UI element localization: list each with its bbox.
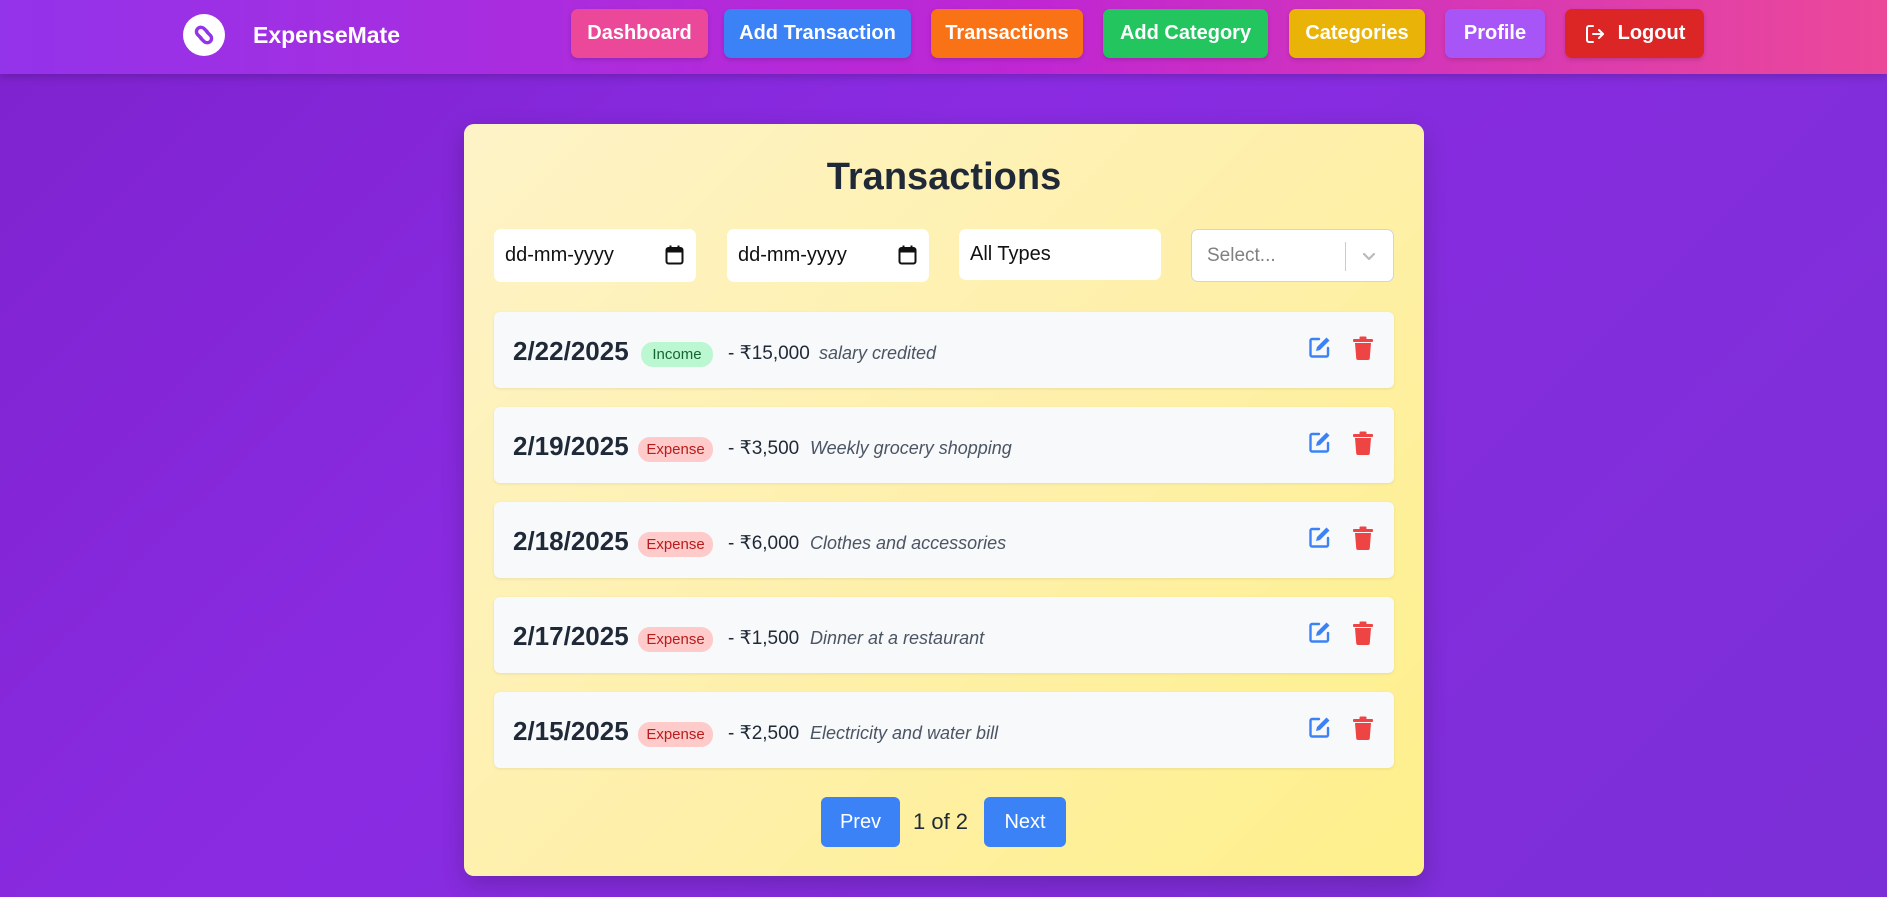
nav-add-transaction-label: Add Transaction xyxy=(739,22,896,44)
type-badge-income: Income xyxy=(641,342,713,367)
end-date-placeholder: dd-mm-yyyy xyxy=(738,244,847,266)
logout-button[interactable]: Logout xyxy=(1565,9,1704,58)
edit-icon[interactable] xyxy=(1308,715,1332,744)
nav-dashboard-label: Dashboard xyxy=(587,22,692,44)
edit-icon[interactable] xyxy=(1308,620,1332,649)
logout-label: Logout xyxy=(1617,22,1686,44)
transaction-date: 2/22/2025 xyxy=(513,336,629,366)
brand-name: ExpenseMate xyxy=(253,21,401,48)
start-date-placeholder: dd-mm-yyyy xyxy=(505,244,614,266)
transaction-row: 2/22/2025 Income - ₹15,000 salary credit… xyxy=(494,312,1394,388)
nav-add-category-button[interactable]: Add Category xyxy=(1103,9,1268,58)
start-date-input[interactable]: dd-mm-yyyy xyxy=(494,229,696,282)
edit-icon[interactable] xyxy=(1308,430,1332,459)
transaction-row: 2/19/2025 Expense - ₹3,500 Weekly grocer… xyxy=(494,407,1394,483)
transaction-amount: - ₹1,500 xyxy=(728,628,800,649)
transaction-date: 2/17/2025 xyxy=(513,621,629,651)
category-select-placeholder: Select... xyxy=(1207,244,1276,266)
nav-profile-button[interactable]: Profile xyxy=(1445,9,1545,58)
transaction-amount: - ₹6,000 xyxy=(728,533,800,554)
nav-dashboard-button[interactable]: Dashboard xyxy=(571,9,708,58)
transaction-amount: - ₹2,500 xyxy=(728,723,800,744)
nav-categories-button[interactable]: Categories xyxy=(1289,9,1425,58)
trash-icon[interactable] xyxy=(1353,621,1373,650)
next-page-button[interactable]: Next xyxy=(984,797,1066,847)
calendar-icon[interactable] xyxy=(898,245,917,271)
next-page-label: Next xyxy=(1004,810,1046,833)
category-select[interactable]: Select... xyxy=(1191,229,1394,282)
type-badge-expense: Expense xyxy=(638,437,713,462)
transaction-row: 2/17/2025 Expense - ₹1,500 Dinner at a r… xyxy=(494,597,1394,673)
nav-transactions-label: Transactions xyxy=(945,22,1069,44)
type-badge-expense: Expense xyxy=(638,722,713,747)
transaction-note: salary credited xyxy=(819,343,937,363)
transactions-card: Transactions dd-mm-yyyy dd-mm-yyyy All T… xyxy=(464,124,1424,876)
type-badge-expense: Expense xyxy=(638,532,713,557)
transaction-amount: - ₹3,500 xyxy=(728,438,800,459)
nav-add-category-label: Add Category xyxy=(1119,22,1252,44)
trash-icon[interactable] xyxy=(1353,336,1373,365)
transaction-row: 2/15/2025 Expense - ₹2,500 Electricity a… xyxy=(494,692,1394,768)
transaction-note: Dinner at a restaurant xyxy=(810,628,985,648)
prev-page-button[interactable]: Prev xyxy=(821,797,900,847)
edit-icon[interactable] xyxy=(1308,525,1332,554)
page-title: Transactions xyxy=(826,156,1062,198)
nav-add-transaction-button[interactable]: Add Transaction xyxy=(724,9,911,58)
transaction-note: Clothes and accessories xyxy=(810,533,1007,553)
edit-icon[interactable] xyxy=(1308,335,1332,364)
type-select[interactable]: All Types xyxy=(959,229,1161,280)
select-divider xyxy=(1345,242,1346,271)
top-navbar: ExpenseMate Dashboard Add Transaction Tr… xyxy=(0,0,1887,74)
type-select-value: All Types xyxy=(970,243,1051,265)
transaction-amount: - ₹15,000 xyxy=(728,343,810,364)
transaction-date: 2/15/2025 xyxy=(513,716,629,746)
trash-icon[interactable] xyxy=(1353,526,1373,555)
transaction-note: Electricity and water bill xyxy=(810,723,999,743)
transaction-note: Weekly grocery shopping xyxy=(810,438,1012,458)
trash-icon[interactable] xyxy=(1353,431,1373,460)
link-logo-icon xyxy=(183,14,225,56)
transaction-row: 2/18/2025 Expense - ₹6,000 Clothes and a… xyxy=(494,502,1394,578)
brand[interactable]: ExpenseMate xyxy=(183,14,400,56)
nav-transactions-button[interactable]: Transactions xyxy=(931,9,1083,58)
transaction-date: 2/19/2025 xyxy=(513,431,629,461)
trash-icon[interactable] xyxy=(1353,716,1373,745)
type-badge-expense: Expense xyxy=(638,627,713,652)
transaction-date: 2/18/2025 xyxy=(513,526,629,556)
calendar-icon[interactable] xyxy=(665,245,684,271)
end-date-input[interactable]: dd-mm-yyyy xyxy=(727,229,929,282)
nav-categories-label: Categories xyxy=(1305,22,1409,44)
chevron-down-icon[interactable] xyxy=(1360,247,1378,271)
prev-page-label: Prev xyxy=(839,810,882,833)
nav-profile-label: Profile xyxy=(1463,22,1527,44)
logout-icon xyxy=(1584,23,1606,45)
page-indicator: 1 of 2 xyxy=(913,809,969,834)
